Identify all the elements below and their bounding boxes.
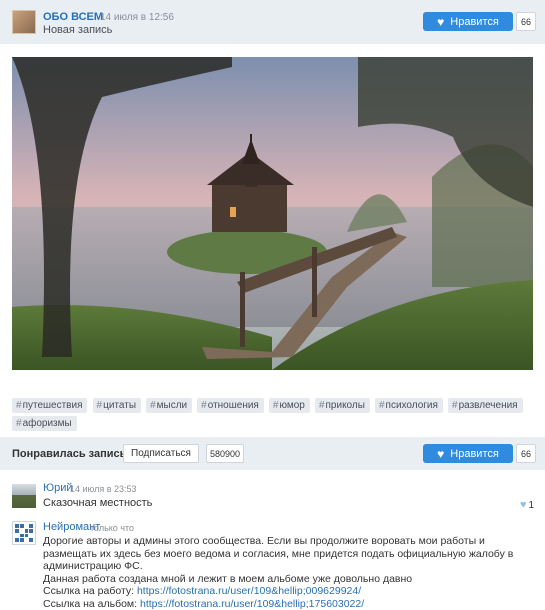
tag[interactable]: #афоризмы [12,416,77,431]
comment-like-count: 1 [529,500,535,511]
comment-paragraph: Данная работа создана мной и лежит в мое… [43,573,533,586]
subscribe-button[interactable]: Подписаться [123,444,199,463]
post-subtitle: Новая запись [43,24,112,36]
work-link-row: Ссылка на работу: https://fotostrana.ru/… [43,585,533,598]
like-count-top: 66 [516,12,536,31]
tag[interactable]: #юмор [269,398,310,413]
hash-icon: # [319,400,325,411]
comment-author-link[interactable]: Юрий [43,482,73,494]
album-link-label: Ссылка на альбом: [43,598,137,610]
like-button-top[interactable]: ♥ Нравится [423,12,513,31]
like-button-label: Нравится [450,16,499,28]
commenter-avatar[interactable] [12,484,36,508]
group-avatar[interactable] [12,10,36,34]
heart-icon: ♥ [437,16,444,28]
subscribers-count: 580900 [206,444,244,463]
comment-text-block: Дорогие авторы и админы этого сообщества… [43,535,533,610]
tag[interactable]: #психология [375,398,443,413]
work-link[interactable]: https://fotostrana.ru/user/109&hellip;00… [137,585,361,597]
heart-icon: ♥ [520,499,527,511]
like-count-bottom: 66 [516,444,536,463]
comment-date: только что [90,523,134,533]
tag[interactable]: #приколы [315,398,370,413]
liked-question: Понравилась запись? [12,448,133,460]
tag[interactable]: #путешествия [12,398,87,413]
post-date: 14 июля в 12:56 [100,12,174,23]
album-link-row: Ссылка на альбом: https://fotostrana.ru/… [43,598,533,610]
group-name-link[interactable]: ОБО ВСЕМ [43,11,103,23]
hash-icon: # [379,400,385,411]
hash-icon: # [452,400,458,411]
foggy-chapel-photo [12,57,533,370]
comment-paragraph: Дорогие авторы и админы этого сообщества… [43,535,533,573]
tag[interactable]: #мысли [146,398,192,413]
like-button-bottom[interactable]: ♥ Нравится [423,444,513,463]
heart-icon: ♥ [437,448,444,460]
post-header: ОБО ВСЕМ 14 июля в 12:56 Новая запись ♥ … [0,0,545,44]
comment-like[interactable]: ♥ 1 [520,499,534,511]
album-link[interactable]: https://fotostrana.ru/user/109&hellip;17… [140,598,364,610]
like-button-label: Нравится [450,448,499,460]
hash-icon: # [273,400,279,411]
hash-icon: # [201,400,207,411]
post-photo[interactable] [12,57,533,370]
hash-icon: # [150,400,156,411]
hash-icon: # [16,418,22,429]
work-link-label: Ссылка на работу: [43,585,134,597]
commenter-avatar[interactable] [12,521,36,545]
comment-text: Сказочная местность [43,497,152,509]
hash-icon: # [97,400,103,411]
hash-icon: # [16,400,22,411]
comment-date: 14 июля в 23:53 [70,484,137,494]
tag-list: #путешествия #цитаты #мысли #отношения #… [12,398,533,434]
action-bar: Понравилась запись? Подписаться 580900 ♥… [0,437,545,470]
tag[interactable]: #цитаты [93,398,141,413]
tag[interactable]: #развлечения [448,398,523,413]
tag[interactable]: #отношения [197,398,264,413]
